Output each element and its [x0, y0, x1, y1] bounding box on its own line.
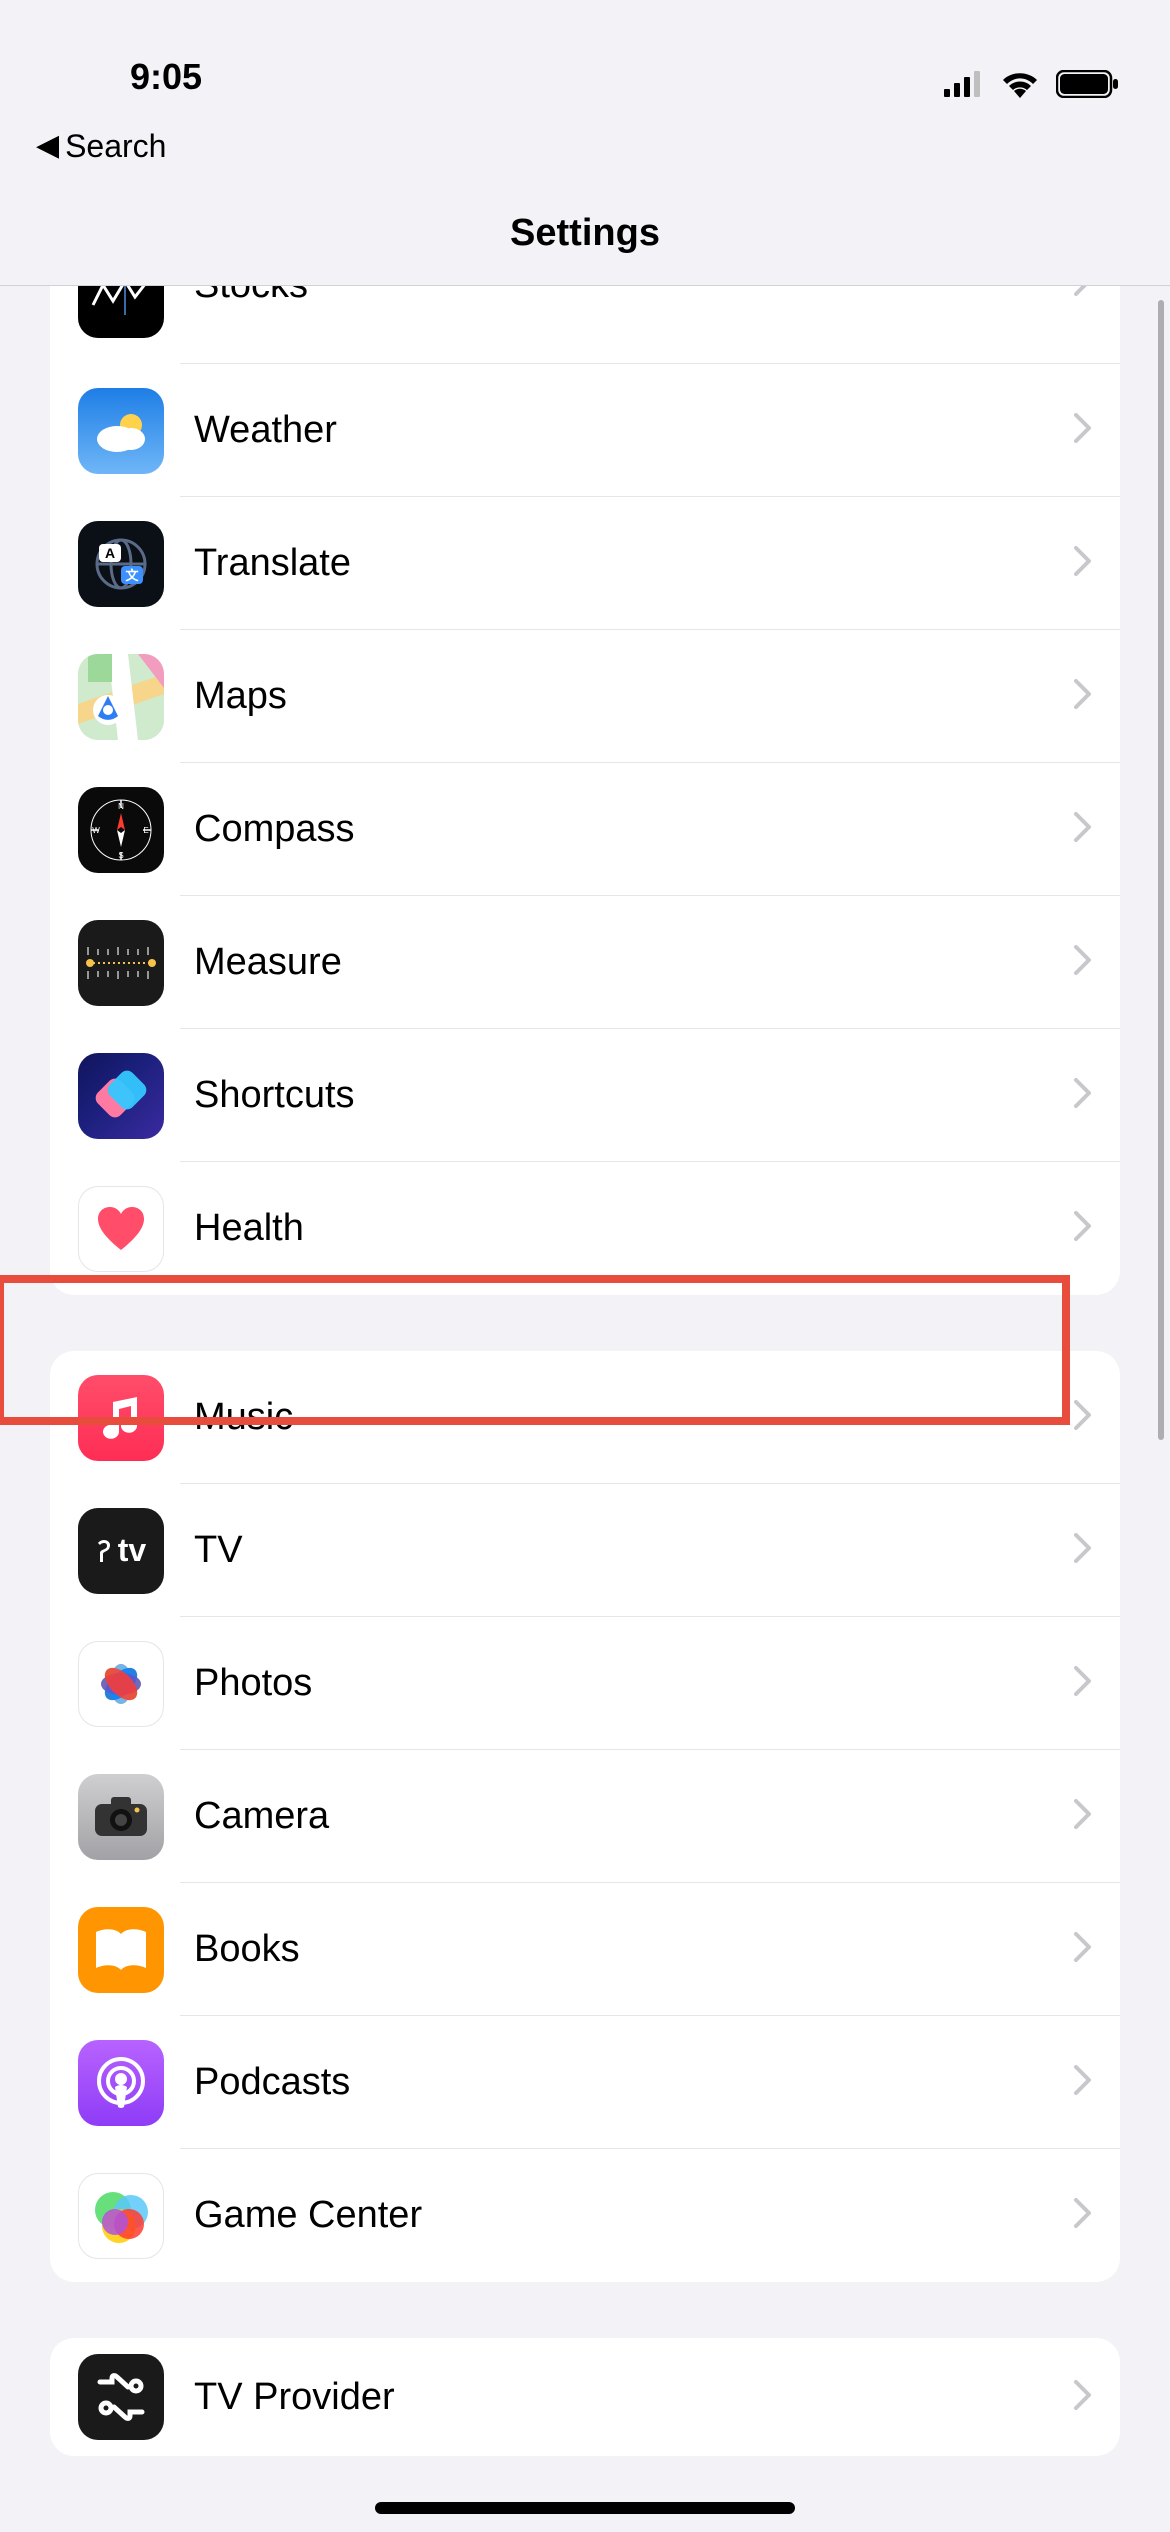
settings-row-podcasts[interactable]: Podcasts: [50, 2016, 1120, 2149]
chevron-right-icon: [1074, 413, 1092, 448]
chevron-right-icon: [1074, 812, 1092, 847]
maps-icon: [78, 654, 164, 740]
chevron-right-icon: [1074, 945, 1092, 980]
settings-row-camera[interactable]: Camera: [50, 1750, 1120, 1883]
compass-icon: N S W E: [78, 787, 164, 873]
settings-row-compass[interactable]: N S W E Compass: [50, 763, 1120, 896]
svg-text:E: E: [143, 826, 148, 835]
chevron-right-icon: [1074, 1666, 1092, 1701]
photos-icon: [78, 1641, 164, 1727]
row-label: Game Center: [194, 2194, 1074, 2237]
music-icon: [78, 1375, 164, 1461]
row-label: Music: [194, 1396, 1074, 1439]
chevron-right-icon: [1074, 1533, 1092, 1568]
chevron-right-icon: [1074, 1078, 1092, 1113]
svg-text:A: A: [105, 545, 115, 561]
settings-row-tv[interactable]: tv TV: [50, 1484, 1120, 1617]
measure-icon: [78, 920, 164, 1006]
shortcuts-icon: [78, 1053, 164, 1139]
row-label: Camera: [194, 1795, 1074, 1838]
podcasts-icon: [78, 2040, 164, 2126]
settings-row-maps[interactable]: Maps: [50, 630, 1120, 763]
health-icon: [78, 1186, 164, 1272]
chevron-right-icon: [1074, 546, 1092, 581]
content: Stocks Weather A文 Translate Maps: [0, 286, 1170, 2456]
settings-row-stocks[interactable]: Stocks: [50, 286, 1120, 364]
row-label: Health: [194, 1207, 1074, 1250]
chevron-right-icon: [1074, 1932, 1092, 1967]
page-title: Settings: [0, 212, 1170, 255]
row-label: Books: [194, 1928, 1074, 1971]
cellular-icon: [944, 71, 984, 97]
row-label: Translate: [194, 542, 1074, 585]
weather-icon: [78, 388, 164, 474]
row-label: Photos: [194, 1662, 1074, 1705]
settings-row-translate[interactable]: A文 Translate: [50, 497, 1120, 630]
status-bar: 9:05: [0, 0, 1170, 110]
stocks-icon: [78, 286, 164, 338]
wifi-icon: [1000, 70, 1040, 98]
chevron-right-icon: [1074, 2065, 1092, 2100]
settings-row-books[interactable]: Books: [50, 1883, 1120, 2016]
row-label: TV Provider: [194, 2376, 1074, 2419]
gamecenter-icon: [78, 2173, 164, 2259]
back-button[interactable]: ◀ Search: [0, 110, 1170, 182]
settings-row-health[interactable]: Health: [50, 1162, 1120, 1295]
chevron-right-icon: [1074, 286, 1092, 301]
row-label: Compass: [194, 808, 1074, 851]
camera-icon: [78, 1774, 164, 1860]
row-label: Weather: [194, 409, 1074, 452]
tv-icon: tv: [78, 1508, 164, 1594]
svg-text:W: W: [92, 826, 100, 835]
back-chevron-icon: ◀: [36, 131, 59, 161]
settings-group-apps3: TV Provider: [50, 2338, 1120, 2456]
home-indicator[interactable]: [375, 2502, 795, 2514]
books-icon: [78, 1907, 164, 1993]
row-label: Stocks: [194, 286, 1074, 307]
settings-row-shortcuts[interactable]: Shortcuts: [50, 1029, 1120, 1162]
svg-text:文: 文: [125, 568, 139, 583]
svg-text:N: N: [118, 802, 124, 811]
chevron-right-icon: [1074, 2198, 1092, 2233]
svg-text:S: S: [118, 851, 123, 860]
row-label: TV: [194, 1529, 1074, 1572]
row-label: Measure: [194, 941, 1074, 984]
settings-row-tvprovider[interactable]: TV Provider: [50, 2338, 1120, 2456]
status-icons: [944, 70, 1120, 98]
battery-icon: [1056, 70, 1120, 98]
status-time: 9:05: [50, 56, 202, 98]
row-label: Maps: [194, 675, 1074, 718]
tvprovider-icon: [78, 2354, 164, 2440]
settings-group-apps2: Music tv TV Photos Camera: [50, 1351, 1120, 2282]
row-label: Shortcuts: [194, 1074, 1074, 1117]
chevron-right-icon: [1074, 679, 1092, 714]
chevron-right-icon: [1074, 2380, 1092, 2415]
settings-group-apps1: Stocks Weather A文 Translate Maps: [50, 286, 1120, 1295]
back-label: Search: [65, 128, 166, 165]
scroll-indicator[interactable]: [1158, 300, 1164, 1440]
translate-icon: A文: [78, 521, 164, 607]
page-title-row: Settings: [0, 182, 1170, 285]
settings-row-weather[interactable]: Weather: [50, 364, 1120, 497]
settings-row-measure[interactable]: Measure: [50, 896, 1120, 1029]
settings-row-music[interactable]: Music: [50, 1351, 1120, 1484]
chevron-right-icon: [1074, 1211, 1092, 1246]
row-label: Podcasts: [194, 2061, 1074, 2104]
chevron-right-icon: [1074, 1799, 1092, 1834]
chevron-right-icon: [1074, 1400, 1092, 1435]
settings-row-photos[interactable]: Photos: [50, 1617, 1120, 1750]
settings-row-gamecenter[interactable]: Game Center: [50, 2149, 1120, 2282]
